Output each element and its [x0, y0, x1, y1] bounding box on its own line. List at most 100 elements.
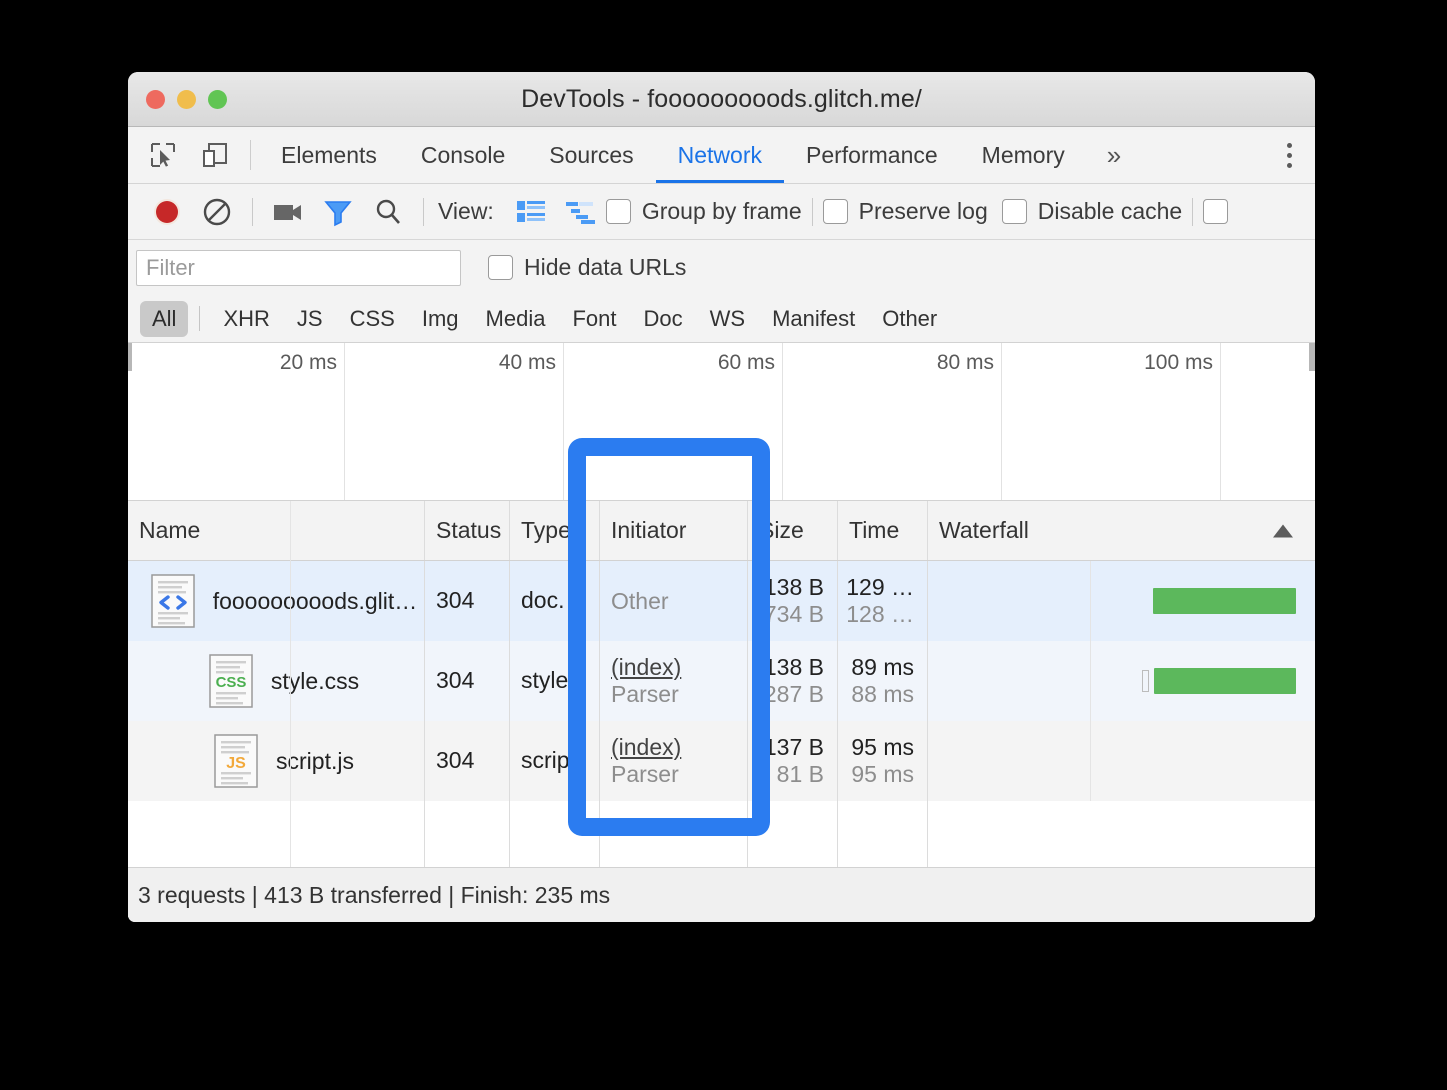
network-request-table: Name Status Type Initiator Size Time Wat…: [128, 501, 1315, 917]
screenshot-stage: DevTools - fooooooooods.glitch.me/ Eleme…: [0, 0, 1447, 1090]
column-header-name[interactable]: Name: [128, 501, 425, 560]
type-filter-img[interactable]: Img: [410, 301, 471, 337]
type-filter-manifest[interactable]: Manifest: [760, 301, 867, 337]
close-window-button[interactable]: [146, 89, 165, 109]
network-status-bar: 3 requests | 413 B transferred | Finish:…: [128, 867, 1315, 922]
device-toolbar-icon[interactable]: [194, 135, 236, 175]
sort-ascending-icon: [1273, 524, 1293, 537]
column-header-initiator[interactable]: Initiator: [600, 501, 748, 560]
tab-console[interactable]: Console: [399, 127, 527, 183]
cell-initiator: (index) Parser: [600, 641, 748, 721]
devtools-tabbar: Elements Console Sources Network Perform…: [128, 127, 1315, 184]
group-by-frame-checkbox-group[interactable]: Group by frame: [605, 198, 802, 225]
preserve-log-checkbox-group[interactable]: Preserve log: [822, 198, 988, 225]
time-latency: 128 …: [846, 601, 914, 627]
time-total: 89 ms: [851, 653, 914, 680]
cell-type: style: [510, 641, 600, 721]
overview-scroll-right-handle[interactable]: [1309, 343, 1315, 371]
type-filter-css[interactable]: CSS: [338, 301, 407, 337]
offline-checkbox[interactable]: [1203, 199, 1229, 224]
cell-time: 89 ms 88 ms: [838, 641, 928, 721]
more-tabs-chevron-icon[interactable]: »: [1087, 127, 1141, 183]
initiator-link[interactable]: (index): [611, 734, 747, 761]
tabbar-divider: [250, 140, 251, 170]
overview-tick-label: 40 ms: [498, 351, 556, 374]
type-filter-font[interactable]: Font: [560, 301, 628, 337]
tab-sources[interactable]: Sources: [527, 127, 655, 183]
overview-scroll-left-handle[interactable]: [128, 343, 132, 371]
cell-waterfall: [928, 641, 1315, 721]
column-header-type[interactable]: Type: [510, 501, 600, 560]
css-document-icon: CSS: [204, 652, 258, 710]
type-filter-js[interactable]: JS: [285, 301, 335, 337]
tab-elements[interactable]: Elements: [259, 127, 399, 183]
type-filter-ws[interactable]: WS: [698, 301, 757, 337]
waterfall-gridline: [1090, 641, 1091, 721]
size-transferred: 138 B: [763, 653, 824, 680]
list-view-icon[interactable]: [506, 190, 556, 234]
filter-row: Hide data URLs: [128, 240, 1315, 295]
table-row[interactable]: CSS style.css 304 style (index) Parser 1…: [128, 641, 1315, 721]
html-document-icon: [146, 572, 200, 630]
tabbar-right-group: [1246, 127, 1315, 183]
search-icon[interactable]: [363, 190, 413, 234]
disable-cache-checkbox-group[interactable]: Disable cache: [1001, 198, 1182, 225]
column-header-time[interactable]: Time: [838, 501, 928, 560]
type-filter-doc[interactable]: Doc: [631, 301, 694, 337]
type-filter-media[interactable]: Media: [474, 301, 558, 337]
type-filter-divider: [199, 306, 201, 331]
network-overview-timeline[interactable]: 20 ms 40 ms 60 ms 80 ms 100 ms: [128, 343, 1315, 501]
time-total: 95 ms: [851, 733, 914, 760]
column-header-waterfall[interactable]: Waterfall: [928, 501, 1315, 560]
table-row[interactable]: fooooooooods.glit… 304 doc. Other 138 B …: [128, 561, 1315, 641]
offline-checkbox-group[interactable]: [1203, 199, 1239, 224]
screenshot-camera-icon[interactable]: [263, 190, 313, 234]
initiator-value: Other: [611, 587, 669, 614]
request-type: doc.: [521, 587, 565, 614]
tab-memory[interactable]: Memory: [960, 127, 1087, 183]
overview-tick: [1220, 343, 1221, 500]
type-filter-other[interactable]: Other: [870, 301, 949, 337]
record-icon[interactable]: [142, 190, 192, 234]
filter-icon[interactable]: [313, 190, 363, 234]
overview-tick: [1001, 343, 1002, 500]
tab-network[interactable]: Network: [655, 127, 785, 183]
hide-data-urls-label: Hide data URLs: [524, 254, 687, 280]
tab-performance[interactable]: Performance: [784, 127, 960, 183]
type-filter-xhr[interactable]: XHR: [211, 301, 281, 337]
column-header-size[interactable]: Size: [748, 501, 838, 560]
kebab-menu-icon[interactable]: [1263, 127, 1315, 184]
column-header-waterfall-label: Waterfall: [939, 517, 1029, 543]
size-resource: 287 B: [763, 681, 824, 707]
hide-data-urls-group[interactable]: Hide data URLs: [488, 254, 686, 281]
toolbar-divider-4: [1192, 197, 1194, 226]
filter-input[interactable]: [136, 249, 461, 286]
hide-data-urls-checkbox[interactable]: [488, 255, 513, 280]
cell-name[interactable]: fooooooooods.glit…: [128, 561, 425, 641]
request-type: scrip: [521, 747, 570, 774]
minimize-window-button[interactable]: [177, 89, 196, 109]
waterfall-gridline: [1090, 721, 1091, 801]
preserve-log-checkbox[interactable]: [822, 199, 848, 224]
status-code: 304: [436, 747, 475, 774]
group-by-frame-checkbox[interactable]: [605, 199, 631, 224]
size-transferred: 138 B: [763, 573, 824, 600]
waterfall-view-icon[interactable]: [556, 190, 606, 234]
network-toolbar: View: Group by frame Preserve log Disabl…: [128, 184, 1315, 240]
table-row[interactable]: JS script.js 304 scrip (index) Parser 13…: [128, 721, 1315, 801]
column-header-status[interactable]: Status: [425, 501, 510, 560]
cell-name[interactable]: JS script.js: [128, 721, 425, 801]
initiator-link[interactable]: (index): [611, 654, 747, 681]
size-transferred: 137 B: [763, 733, 824, 760]
type-filter-all[interactable]: All: [140, 300, 189, 337]
clear-icon[interactable]: [192, 190, 242, 234]
toolbar-divider-1: [252, 197, 253, 226]
request-name: script.js: [276, 747, 354, 774]
request-name: fooooooooods.glit…: [212, 587, 418, 614]
inspect-element-icon[interactable]: [142, 135, 184, 175]
disable-cache-checkbox[interactable]: [1001, 199, 1027, 224]
cell-waterfall: [928, 721, 1315, 801]
cell-name[interactable]: CSS style.css: [128, 641, 425, 721]
time-total: 129 …: [846, 573, 914, 600]
maximize-window-button[interactable]: [208, 89, 227, 109]
